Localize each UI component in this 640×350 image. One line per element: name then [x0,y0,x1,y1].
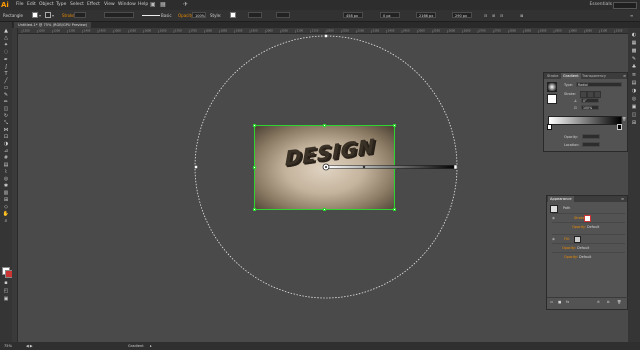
stroke-row[interactable]: ◉ Stroke: [552,213,625,222]
stroke-none-swatch[interactable] [584,215,591,222]
stop-opacity-field[interactable] [582,134,600,139]
opacity-row[interactable]: Opacity: Default [552,252,625,261]
stroke-label: Stroke: [564,92,576,96]
tab-stroke[interactable]: Stroke [545,73,560,79]
fill-stroke-indicator[interactable] [547,94,557,104]
delete-item-icon[interactable]: 🗑 [617,300,621,304]
fill-attribute-label[interactable]: Fill: [564,237,570,241]
delete-stop-icon[interactable]: 🗑 [622,117,626,121]
status-arrow-icon[interactable]: ▸ [150,342,152,350]
add-fill-icon[interactable]: ■ [558,300,561,304]
tab-gradient[interactable]: Gradient [561,73,581,79]
duplicate-item-icon[interactable]: ⧉ [607,300,609,304]
opacity-label[interactable]: Opacity: [562,246,576,250]
current-tool-status: Gradient [128,344,144,348]
stop-opacity-label: Opacity: [564,135,578,139]
clear-appearance-icon[interactable]: ⊘ [597,300,600,304]
tab-transparency[interactable]: Transparency [580,73,608,79]
opacity-row[interactable]: Opacity: Default [552,222,625,231]
gradient-annotator[interactable] [0,0,640,350]
tab-appearance[interactable]: Appearance [548,196,574,202]
path-thumbnail [550,205,558,213]
status-bar: 75% ◀ ▶ Gradient ▸ [0,342,640,350]
appearance-panel: Appearance ≡ Path ◉ Stroke: Opacity: Def… [546,195,629,310]
opacity-value: Default [577,246,590,250]
stop-location-field[interactable] [582,142,600,147]
stroke-option-3[interactable] [594,91,601,98]
opacity-label[interactable]: Opacity: [564,255,578,259]
gradient-panel-tabs: Stroke Gradient Transparency ≡ [544,73,627,79]
panel-menu-icon[interactable]: ≡ [621,73,628,79]
visibility-eye-icon[interactable]: ◉ [552,237,555,241]
gradient-slider[interactable] [548,116,622,125]
gradient-panel: Stroke Gradient Transparency ≡ Type: Rad… [543,72,628,152]
stop-location-label: Location: [564,143,580,147]
fill-row[interactable]: ◉ Fill: [552,234,625,243]
gradient-thumbnail[interactable] [547,82,557,92]
color-stop-start[interactable] [547,124,552,130]
add-stroke-icon[interactable]: ▭ [550,300,553,304]
ellipse-aspect-handle [194,165,198,169]
zoom-level[interactable]: 75% [4,342,12,350]
aspect-ratio-field[interactable]: 100% [581,105,599,110]
panel-divider [547,297,629,298]
ellipse-radius-handle [324,34,328,38]
gradient-slider-bar [325,165,457,169]
angle-field[interactable]: 0° [581,98,599,103]
opacity-label[interactable]: Opacity: [572,225,586,229]
angle-icon: ∠ [574,99,578,103]
gradient-end-handle [453,164,458,170]
path-label: Path [563,206,571,210]
stroke-option-1[interactable] [580,91,587,98]
opacity-value: Default [579,255,592,259]
gradient-origin-dot [325,166,327,168]
aspect-ratio-icon: ⊡ [574,106,577,110]
type-label: Type: [564,83,573,87]
color-stop-end[interactable] [617,124,622,130]
type-select[interactable]: Radial [576,82,622,87]
appearance-panel-header: Appearance ≡ [547,196,627,202]
stroke-option-2[interactable] [587,91,594,98]
visibility-eye-icon[interactable]: ◉ [552,216,555,220]
add-effect-icon[interactable]: fx [566,300,569,304]
fill-gradient-swatch[interactable] [574,236,581,243]
artboard-navigation[interactable]: ◀ ▶ [26,342,33,350]
opacity-value: Default [587,225,600,229]
gradient-midpoint-dot [362,165,366,169]
panel-menu-icon[interactable]: ≡ [619,196,626,202]
opacity-row[interactable]: Opacity: Default [552,243,625,252]
